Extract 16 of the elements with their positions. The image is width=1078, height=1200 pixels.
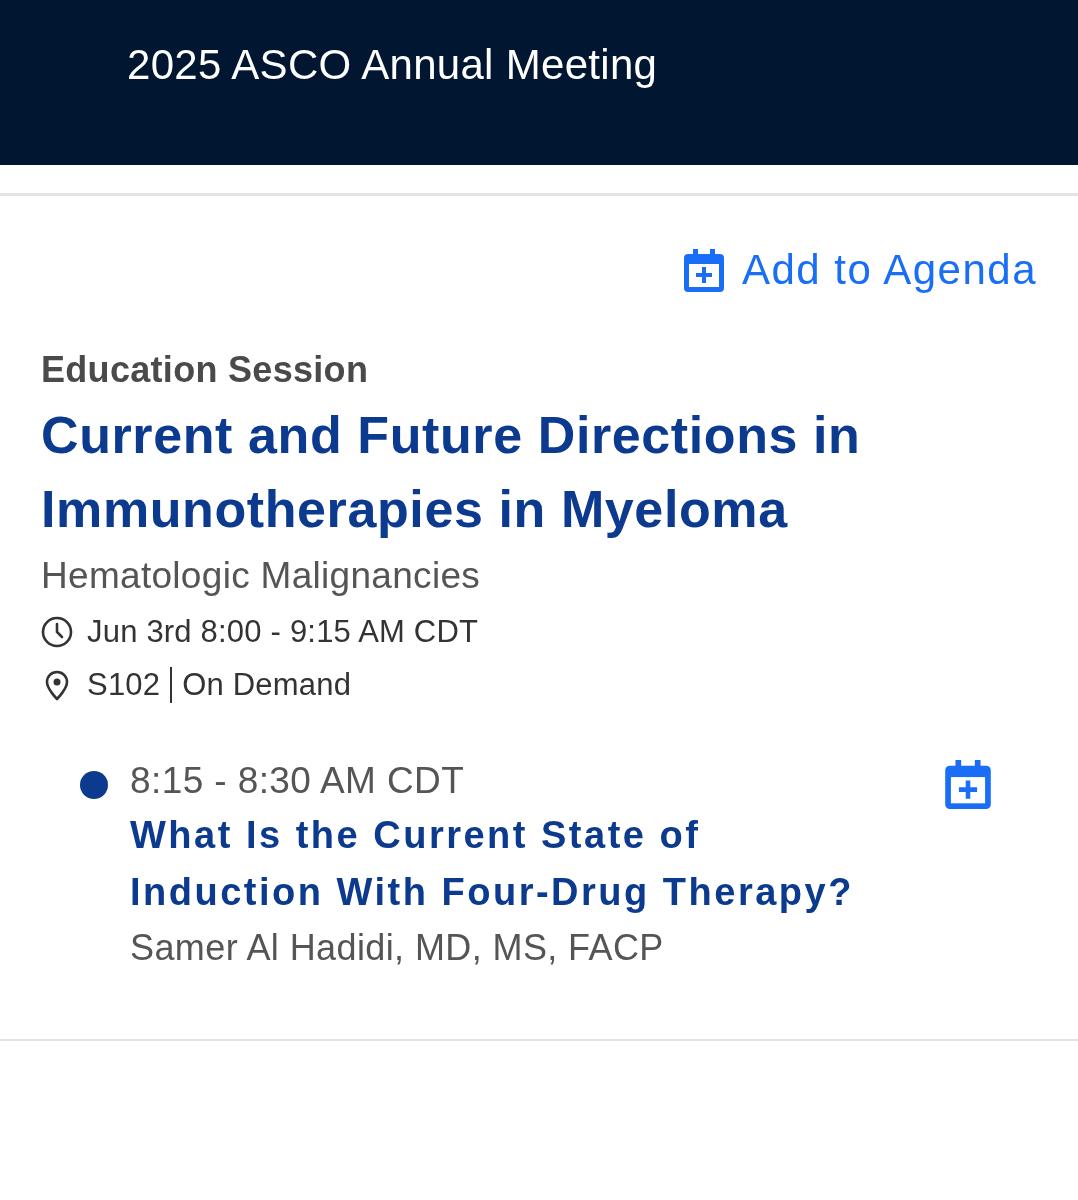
session-time: Jun 3rd 8:00 - 9:15 AM CDT (87, 613, 479, 651)
session-room: S102 (87, 666, 161, 704)
calendar-plus-icon (945, 760, 991, 809)
session-type: Education Session (41, 348, 370, 392)
add-to-agenda-button[interactable]: Add to Agenda (683, 246, 1037, 294)
presentation-title: What Is the Current State of Induction With Four-Drug Therapy? (130, 813, 855, 915)
session-availability: On Demand (182, 666, 352, 704)
session-track: Hematologic Malignancies (41, 554, 482, 598)
bullet-dot-icon (80, 771, 108, 799)
clock-icon (41, 616, 73, 648)
session-title: Current and Future Directions in Immunotherapies in Myeloma (41, 405, 862, 540)
calendar-plus-icon (683, 248, 724, 292)
presentation-time: 8:15 - 8:30 AM CDT (130, 759, 466, 803)
speaker-name: Samer Al Hadidi, MD, MS, FACP (130, 926, 665, 970)
page-title: 2025 ASCO Annual Meeting (127, 41, 658, 89)
add-to-agenda-button[interactable] (945, 760, 991, 809)
